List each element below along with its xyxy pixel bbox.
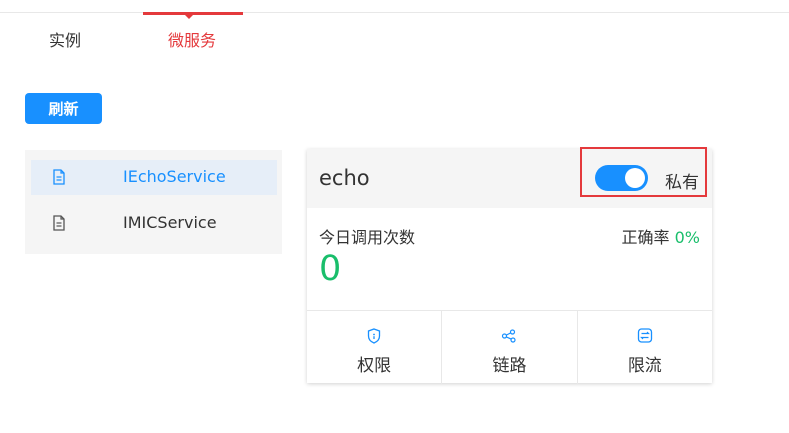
service-card: echo 私有 今日调用次数 0 正确率 0% 权限 链路 限流	[307, 147, 712, 384]
refresh-button[interactable]: 刷新	[25, 93, 102, 124]
calls-today-label: 今日调用次数	[319, 228, 416, 247]
top-divider	[0, 12, 789, 13]
service-item-iechoservice[interactable]: IEchoService	[31, 160, 277, 195]
tab-microservices[interactable]: 微服务	[168, 27, 216, 51]
document-icon	[52, 215, 66, 235]
active-tab-indicator	[143, 12, 243, 15]
service-list: IEchoService IMICService	[25, 150, 282, 254]
accuracy-rate: 正确率 0%	[622, 224, 701, 248]
calls-today-value: 0	[319, 249, 342, 289]
trace-button[interactable]: 链路	[442, 311, 578, 384]
card-header: echo 私有	[307, 147, 712, 208]
rate-limit-button[interactable]: 限流	[578, 311, 712, 384]
private-label: 私有	[665, 173, 699, 193]
service-item-label: IMICService	[123, 213, 217, 232]
card-title: echo	[319, 166, 370, 190]
rate-limit-label: 限流	[627, 356, 662, 376]
private-toggle[interactable]	[595, 165, 648, 191]
link-graph-icon	[501, 328, 517, 347]
document-icon	[52, 169, 66, 189]
service-item-label: IEchoService	[123, 167, 226, 186]
trace-label: 链路	[492, 356, 527, 376]
permission-label: 权限	[357, 356, 392, 376]
shield-icon	[367, 328, 381, 348]
active-tab-caret	[185, 15, 193, 19]
accuracy-value: 0%	[674, 228, 700, 247]
accuracy-label: 正确率	[621, 228, 670, 247]
tab-instances[interactable]: 实例	[49, 27, 81, 51]
permission-button[interactable]: 权限	[307, 311, 443, 384]
rate-limit-icon	[637, 328, 652, 347]
card-actions: 权限 链路 限流	[307, 310, 712, 384]
service-item-imicservice[interactable]: IMICService	[31, 206, 277, 241]
toggle-knob	[625, 168, 645, 188]
